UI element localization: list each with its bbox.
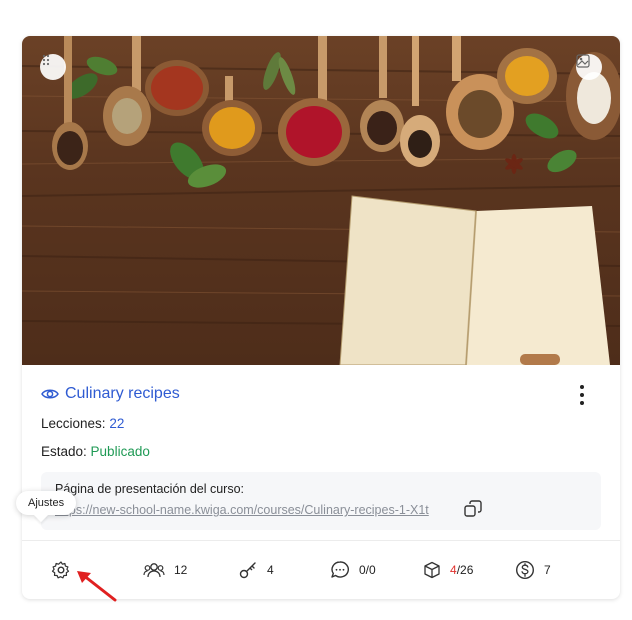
users-icon bbox=[143, 563, 165, 578]
tasks-total: /26 bbox=[456, 563, 474, 577]
course-page-url[interactable]: https://new-school-name.kwiga.com/course… bbox=[55, 503, 445, 517]
tasks-done: 4 bbox=[450, 563, 457, 577]
tasks-count: 4/26 bbox=[450, 563, 473, 577]
course-page-link-box: Página de presentación del curso: https:… bbox=[41, 472, 601, 530]
students-stat[interactable]: 12 bbox=[143, 555, 187, 585]
tasks-stat[interactable]: 4/26 bbox=[423, 555, 473, 585]
status-info: Estado: Publicado bbox=[41, 444, 150, 459]
course-title-row[interactable]: Culinary recipes bbox=[41, 385, 180, 403]
status-label: Estado: bbox=[41, 444, 87, 459]
settings-stat[interactable] bbox=[51, 555, 71, 585]
key-icon bbox=[239, 562, 256, 579]
lessons-count[interactable]: 22 bbox=[109, 416, 124, 431]
cube-icon bbox=[424, 561, 440, 579]
comments-count: 0/0 bbox=[359, 563, 376, 577]
payments-stat[interactable]: 7 bbox=[515, 555, 551, 585]
pointer-arrow-icon bbox=[77, 571, 117, 602]
course-page-label: Página de presentación del curso: bbox=[55, 482, 245, 496]
change-image-icon[interactable] bbox=[576, 54, 602, 80]
gear-icon[interactable] bbox=[51, 560, 71, 580]
drag-handle-icon[interactable] bbox=[40, 54, 66, 80]
eye-icon bbox=[41, 389, 59, 399]
payments-count: 7 bbox=[544, 563, 551, 577]
comments-stat[interactable]: 0/0 bbox=[330, 555, 376, 585]
comment-icon bbox=[331, 561, 349, 578]
course-title[interactable]: Culinary recipes bbox=[65, 385, 180, 403]
copy-link-icon[interactable] bbox=[463, 499, 483, 519]
lessons-label: Lecciones: bbox=[41, 416, 106, 431]
status-value: Publicado bbox=[90, 444, 150, 459]
dollar-icon bbox=[515, 560, 535, 580]
course-cover-image[interactable] bbox=[22, 36, 620, 365]
settings-tooltip: Ajustes bbox=[16, 491, 77, 515]
keys-count: 4 bbox=[267, 563, 274, 577]
keys-stat[interactable]: 4 bbox=[238, 555, 274, 585]
course-card: Culinary recipes Lecciones: 22 Estado: P… bbox=[22, 36, 620, 599]
spices-illustration bbox=[22, 36, 620, 365]
students-count: 12 bbox=[174, 563, 188, 577]
divider bbox=[22, 540, 620, 541]
more-options-icon[interactable] bbox=[578, 385, 586, 405]
lessons-info: Lecciones: 22 bbox=[41, 416, 124, 431]
